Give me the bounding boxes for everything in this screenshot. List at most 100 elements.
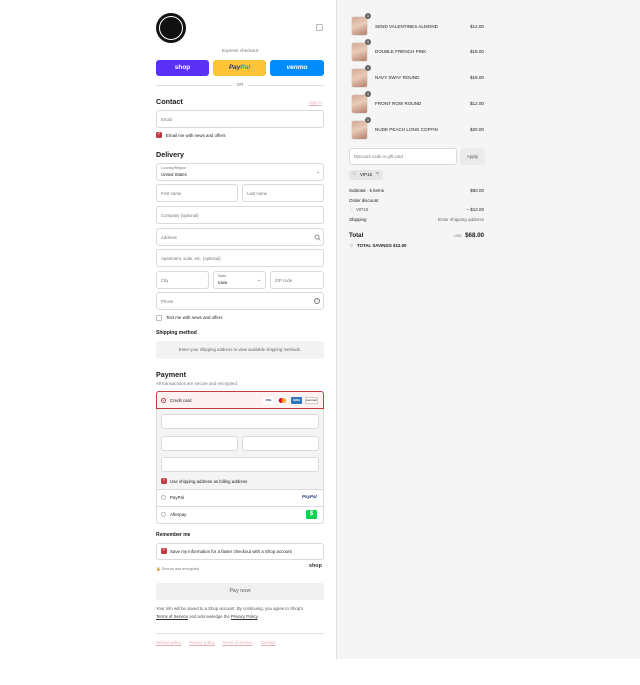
remember-me-label: Save my information for a faster checkou… xyxy=(170,549,292,554)
privacy-link[interactable]: Privacy Policy xyxy=(231,614,257,619)
savings-label: TOTAL SAVINGS xyxy=(357,243,392,248)
last-name-placeholder: Last name xyxy=(247,191,268,196)
credit-card-label: Credit card xyxy=(170,398,192,403)
product-price: $20.00 xyxy=(469,127,484,132)
remove-discount-icon[interactable]: × xyxy=(376,171,379,177)
last-name-field[interactable]: Last name xyxy=(242,184,324,202)
visa-icon: VISA xyxy=(263,397,274,404)
email-field[interactable]: Email xyxy=(156,110,324,128)
footer-divider xyxy=(156,633,324,634)
total-savings: TOTAL SAVINGS $12.00 xyxy=(357,243,406,248)
country-value: United States xyxy=(161,172,187,177)
text-news-checkbox[interactable] xyxy=(156,315,162,321)
legal-text-1: Your info will be saved to a Shop accoun… xyxy=(156,606,304,611)
company-placeholder: Company (optional) xyxy=(161,213,199,218)
product-name: DOUBLE FRENCH PINK xyxy=(375,49,427,54)
zip-field[interactable]: ZIP code xyxy=(270,271,324,289)
afterpay-radio[interactable] xyxy=(161,512,166,517)
country-label: Country/Region xyxy=(161,166,186,170)
pay-now-button[interactable]: Pay now xyxy=(156,583,324,600)
city-placeholder: City xyxy=(161,278,169,283)
remember-me-heading: Remember me xyxy=(156,532,191,538)
shipping-value: Enter shipping address xyxy=(437,217,484,222)
product-thumbnail xyxy=(351,120,368,140)
subtotal-label: Subtotal · 5 items xyxy=(349,188,385,193)
contact-heading: Contact xyxy=(156,97,183,106)
amex-icon: AMEX xyxy=(291,397,302,404)
total-value: $68.00 xyxy=(465,232,484,239)
paypal-radio[interactable] xyxy=(161,495,166,500)
secure-note: 🔒 Secure and encrypted xyxy=(156,566,199,571)
address-field[interactable]: Address xyxy=(156,228,324,246)
product-name: NAVY SWAY ROUND xyxy=(375,75,420,80)
paypal-label-a: Pay xyxy=(228,64,241,71)
text-news-label: Text me with news and offers xyxy=(166,315,223,320)
phone-field[interactable]: Phone ? xyxy=(156,292,324,310)
help-icon[interactable]: ? xyxy=(314,298,320,304)
billing-address-label: Use shipping address as billing address xyxy=(170,479,248,484)
quantity-badge: 1 xyxy=(365,117,371,123)
product-name: FRONT ROW ROUND xyxy=(375,101,422,106)
company-field[interactable]: Company (optional) xyxy=(156,206,324,224)
product-thumbnail xyxy=(351,16,368,36)
card-name-field[interactable] xyxy=(161,457,319,472)
footer-link-terms-of-service[interactable]: Terms of service xyxy=(222,640,252,645)
country-select[interactable]: Country/Region United States ⌄ xyxy=(156,163,324,181)
paypal-button[interactable]: PayPal xyxy=(213,60,266,76)
remember-me-checkbox[interactable] xyxy=(161,547,167,554)
shop-logo: shop xyxy=(309,563,322,569)
secure-label: Secure and encrypted xyxy=(161,567,199,571)
divider xyxy=(156,85,232,86)
footer-link-privacy-policy[interactable]: Privacy policy xyxy=(189,640,215,645)
payment-heading: Payment xyxy=(156,370,186,379)
currency-code: USD xyxy=(454,234,463,238)
sign-in-link[interactable]: Sign in xyxy=(309,100,322,105)
zip-placeholder: ZIP code xyxy=(275,278,293,283)
discover-icon: DISCOVER xyxy=(305,397,318,404)
card-expiry-field[interactable] xyxy=(161,436,238,451)
bag-icon[interactable] xyxy=(316,24,323,31)
email-placeholder: Email xyxy=(161,117,172,122)
state-select[interactable]: State Iowa ⌄ xyxy=(213,271,266,289)
order-discount-label: Order discount xyxy=(349,198,379,203)
paypal-logo-icon: PayPal xyxy=(302,494,317,499)
applied-code-label: VIP15 xyxy=(360,172,372,177)
paypal-option-label: PayPal xyxy=(170,495,184,500)
savings-value: $12.00 xyxy=(393,243,407,248)
credit-card-radio[interactable] xyxy=(161,398,166,403)
terms-link[interactable]: Terms of Service xyxy=(156,614,188,619)
apartment-field[interactable]: Apartment, suite, etc. (optional) xyxy=(156,249,324,267)
card-cvv-field[interactable] xyxy=(242,436,319,451)
product-price: $12.00 xyxy=(469,101,484,106)
quantity-badge: 1 xyxy=(365,13,371,19)
chevron-down-icon: ⌄ xyxy=(257,277,262,283)
store-logo[interactable] xyxy=(156,13,186,43)
divider xyxy=(157,489,323,490)
product-price: $18.00 xyxy=(469,75,484,80)
discount-code-placeholder: Discount code or gift card xyxy=(354,154,403,159)
express-checkout-title: Express checkout xyxy=(221,48,259,53)
discount-code-text: VIP15 xyxy=(356,207,369,212)
venmo-button[interactable]: venmo xyxy=(270,60,324,76)
apply-button[interactable]: Apply xyxy=(460,148,485,165)
tag-icon: ♢ xyxy=(349,207,353,212)
footer-link-contact[interactable]: Contact xyxy=(261,640,275,645)
afterpay-option-label: Afterpay xyxy=(170,512,187,517)
quantity-badge: 1 xyxy=(365,65,371,71)
shipping-method-heading: Shipping method xyxy=(156,330,197,336)
city-field[interactable]: City xyxy=(156,271,209,289)
email-news-checkbox[interactable] xyxy=(156,131,162,138)
savings-tag-icon: ♢ xyxy=(349,243,354,249)
discount-code-field[interactable]: Discount code or gift card xyxy=(349,148,457,165)
tag-icon: ♢ xyxy=(352,171,357,177)
legal-text-3: . xyxy=(257,613,259,619)
card-number-field[interactable] xyxy=(161,414,319,429)
shop-pay-button[interactable]: shop xyxy=(156,60,209,76)
quantity-badge: 1 xyxy=(365,91,371,97)
first-name-field[interactable]: First name xyxy=(156,184,238,202)
afterpay-logo-icon: $ xyxy=(306,510,317,519)
footer-link-refund-policy[interactable]: Refund policy xyxy=(156,640,181,645)
billing-address-checkbox[interactable] xyxy=(161,477,167,484)
order-summary-column xyxy=(336,0,640,659)
product-price: $18.00 xyxy=(469,49,484,54)
